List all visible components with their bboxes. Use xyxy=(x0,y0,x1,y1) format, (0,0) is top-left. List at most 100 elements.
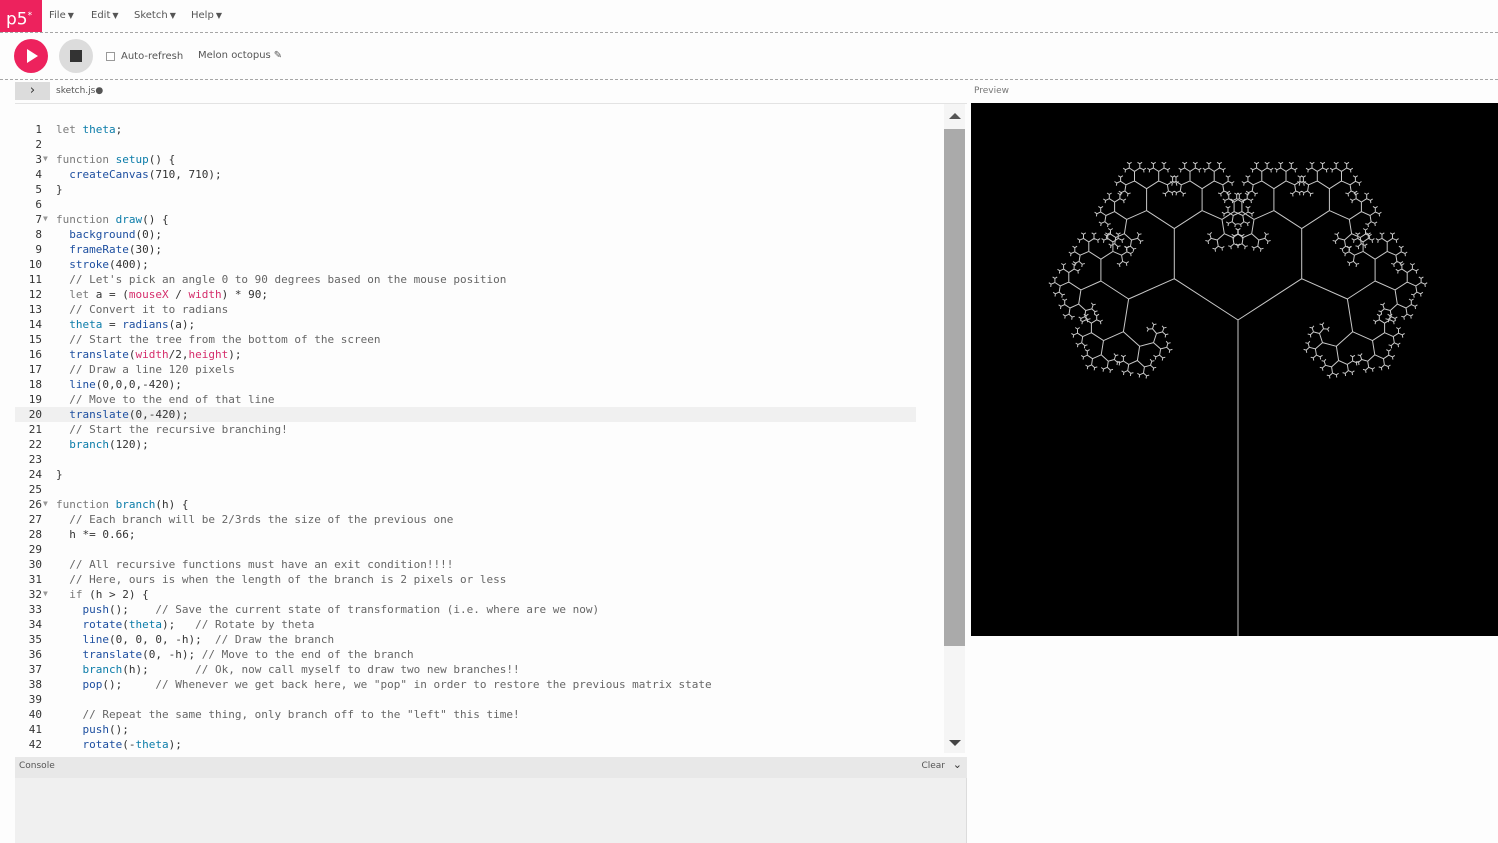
code-line[interactable]: 9 frameRate(30); xyxy=(15,242,945,257)
code-line[interactable]: 22 branch(120); xyxy=(15,437,945,452)
line-number: 13 xyxy=(28,303,42,316)
console-clear-button[interactable]: Clear xyxy=(921,761,945,771)
code-line[interactable]: 23 xyxy=(15,452,945,467)
fold-arrow-icon[interactable]: ▼ xyxy=(43,151,48,166)
code-line[interactable]: 13 // Convert it to radians xyxy=(15,302,945,317)
code-line[interactable]: 16 translate(width/2,height); xyxy=(15,347,945,362)
sketch-name[interactable]: Melon octopus ✎ xyxy=(198,50,282,61)
menu-sketch[interactable]: Sketch ▼ xyxy=(134,10,176,21)
line-number: 24 xyxy=(28,468,42,481)
code-text: translate(0,-420); xyxy=(69,408,189,421)
line-number: 16 xyxy=(28,348,42,361)
sidebar-toggle-button[interactable]: › xyxy=(15,82,50,100)
code-line[interactable]: 12 let a = (mouseX / width) * 90; xyxy=(15,287,945,302)
code-line[interactable]: 11 // Let's pick an angle 0 to 90 degree… xyxy=(15,272,945,287)
code-line[interactable]: 31 // Here, ours is when the length of t… xyxy=(15,572,945,587)
line-number: 20 xyxy=(28,408,42,421)
code-line[interactable]: 40 // Repeat the same thing, only branch… xyxy=(15,707,945,722)
code-line[interactable]: 15 // Start the tree from the bottom of … xyxy=(15,332,945,347)
line-number: 21 xyxy=(28,423,42,436)
line-number: 7 xyxy=(35,213,42,226)
line-number: 18 xyxy=(28,378,42,391)
code-line[interactable]: 39 xyxy=(15,692,945,707)
fold-arrow-icon[interactable]: ▼ xyxy=(43,586,48,601)
code-line[interactable]: 2 xyxy=(15,137,945,152)
code-line[interactable]: 8 background(0); xyxy=(15,227,945,242)
console-output[interactable] xyxy=(15,778,967,843)
preview-label: Preview xyxy=(974,86,1010,96)
chevron-down-icon[interactable]: ⌄ xyxy=(953,758,962,771)
code-line[interactable]: 35 line(0, 0, 0, -h); // Draw the branch xyxy=(15,632,945,647)
play-button[interactable] xyxy=(14,39,48,73)
code-lines[interactable]: 1 let theta; 2 3 ▼ function setup() {4 create… xyxy=(15,122,945,752)
line-number: 29 xyxy=(28,543,42,556)
fold-arrow-icon[interactable]: ▼ xyxy=(43,496,48,511)
code-line[interactable]: 7 ▼ function draw() { xyxy=(15,212,945,227)
code-line[interactable]: 6 xyxy=(15,197,945,212)
menu-help[interactable]: Help ▼ xyxy=(191,10,222,21)
toolbar: Auto-refresh Melon octopus ✎ xyxy=(0,33,1498,80)
line-number: 14 xyxy=(28,318,42,331)
code-line[interactable]: 33 push(); // Save the current state of … xyxy=(15,602,945,617)
code-line[interactable]: 29 xyxy=(15,542,945,557)
fold-arrow-icon[interactable]: ▼ xyxy=(43,211,48,226)
code-line[interactable]: 41 push(); xyxy=(15,722,945,737)
code-line[interactable]: 1 let theta; xyxy=(15,122,945,137)
console-header: Console Clear ⌄ xyxy=(15,757,967,778)
code-text: background(0); xyxy=(69,228,162,241)
line-number: 42 xyxy=(28,738,42,751)
line-number: 3 xyxy=(35,153,42,166)
code-line[interactable]: 34 rotate(theta); // Rotate by theta xyxy=(15,617,945,632)
code-text: } xyxy=(56,468,63,481)
code-line[interactable]: 17 // Draw a line 120 pixels xyxy=(15,362,945,377)
code-line[interactable]: 36 translate(0, -h); // Move to the end … xyxy=(15,647,945,662)
p5-logo[interactable]: p5* xyxy=(0,0,42,32)
auto-refresh-label[interactable]: Auto-refresh xyxy=(121,51,183,62)
scroll-down-icon[interactable] xyxy=(949,740,961,746)
code-line[interactable]: 21 // Start the recursive branching! xyxy=(15,422,945,437)
stop-button[interactable] xyxy=(59,39,93,73)
scroll-up-icon[interactable] xyxy=(949,113,961,119)
code-line[interactable]: 14 theta = radians(a); xyxy=(15,317,945,332)
menu-file[interactable]: File ▼ xyxy=(49,10,74,21)
scrollbar-thumb[interactable] xyxy=(944,129,965,646)
code-line[interactable]: 19 // Move to the end of that line xyxy=(15,392,945,407)
file-tab-sketch-js[interactable]: sketch.js● xyxy=(56,86,103,96)
pencil-icon[interactable]: ✎ xyxy=(274,50,282,61)
code-line[interactable]: 20 translate(0,-420); xyxy=(15,407,916,422)
code-text: let theta; xyxy=(56,123,123,136)
code-line[interactable]: 42 rotate(-theta); xyxy=(15,737,945,752)
code-text: // Convert it to radians xyxy=(69,303,229,316)
code-line[interactable]: 5} xyxy=(15,182,945,197)
code-line[interactable]: 32 ▼ if (h > 2) { xyxy=(15,587,945,602)
menu-edit[interactable]: Edit ▼ xyxy=(91,10,119,21)
code-line[interactable]: 3 ▼ function setup() { xyxy=(15,152,945,167)
code-text: function branch(h) { xyxy=(56,498,189,511)
code-line[interactable]: 30 // All recursive functions must have … xyxy=(15,557,945,572)
code-line[interactable]: 37 branch(h); // Ok, now call myself to … xyxy=(15,662,945,677)
code-line[interactable]: 18 line(0,0,0,-420); xyxy=(15,377,945,392)
unsaved-dot-icon: ● xyxy=(95,86,104,96)
line-number: 19 xyxy=(28,393,42,406)
code-line[interactable]: 27 // Each branch will be 2/3rds the siz… xyxy=(15,512,945,527)
auto-refresh-checkbox[interactable] xyxy=(106,52,115,61)
code-line[interactable]: 4 createCanvas(710, 710); xyxy=(15,167,945,182)
code-line[interactable]: 25 xyxy=(15,482,945,497)
code-text: rotate(theta); // Rotate by theta xyxy=(82,618,315,631)
code-text: push(); xyxy=(82,723,129,736)
code-text: h *= 0.66; xyxy=(56,528,136,541)
code-line[interactable]: 10 stroke(400); xyxy=(15,257,945,272)
code-editor[interactable]: 1 let theta; 2 3 ▼ function setup() {4 create… xyxy=(15,103,967,753)
preview-canvas[interactable] xyxy=(971,103,1498,636)
code-text: // Draw a line 120 pixels xyxy=(69,363,235,376)
code-line[interactable]: 26 ▼ function branch(h) { xyxy=(15,497,945,512)
line-number: 8 xyxy=(35,228,42,241)
code-line[interactable]: 28 h *= 0.66; xyxy=(15,527,945,542)
line-number: 40 xyxy=(28,708,42,721)
line-number: 26 xyxy=(28,498,42,511)
code-line[interactable]: 38 pop(); // Whenever we get back here, … xyxy=(15,677,945,692)
editor-scrollbar[interactable] xyxy=(944,104,965,753)
code-text: // Here, ours is when the length of the … xyxy=(69,573,507,586)
line-number: 23 xyxy=(28,453,42,466)
code-line[interactable]: 24} xyxy=(15,467,945,482)
